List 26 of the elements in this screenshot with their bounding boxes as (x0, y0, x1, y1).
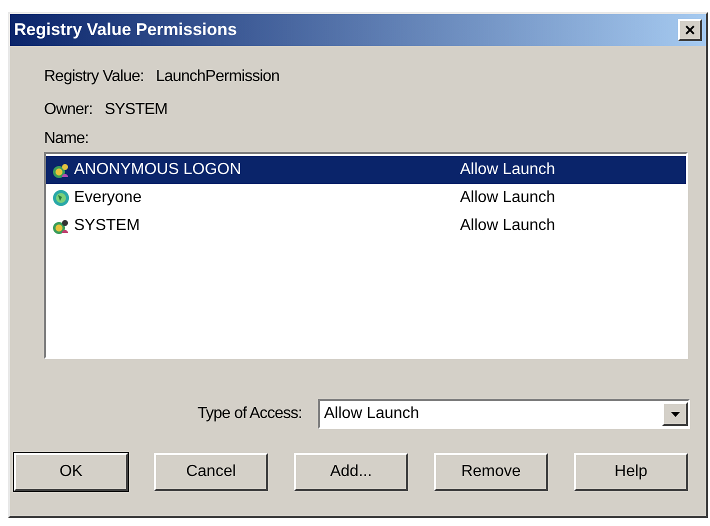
access-dropdown[interactable]: Allow Launch (318, 399, 690, 429)
access-value: Allow Launch (460, 217, 556, 235)
field-label: Owner: (44, 100, 93, 118)
access-value: Allow Launch (460, 161, 556, 179)
list-row[interactable]: Everyone Allow Launch (46, 184, 686, 212)
list-row[interactable]: ANONYMOUS LOGON Allow Launch (46, 156, 686, 184)
dialog-button[interactable]: Help (574, 453, 688, 491)
account-name: Everyone (74, 189, 143, 207)
close-button[interactable]: × (678, 19, 702, 41)
access-value: Allow Launch (460, 189, 556, 207)
list-row[interactable]: SYSTEM Allow Launch (46, 212, 686, 240)
dialog-button[interactable]: OK (14, 453, 128, 491)
dialog-button[interactable]: Cancel (154, 453, 268, 491)
field-value: SYSTEM (104, 100, 168, 118)
access-label: Type of Access: (197, 405, 302, 423)
field-value: LaunchPermission (156, 68, 280, 86)
user-group-icon (52, 217, 70, 235)
account-name: ANONYMOUS LOGON (74, 161, 242, 179)
dialog-button[interactable]: Add... (294, 453, 408, 491)
user-group-icon (52, 161, 70, 179)
window-title: Registry Value Permissions (14, 20, 237, 40)
account-name: SYSTEM (74, 217, 141, 235)
field-label: Registry Value: (44, 68, 144, 86)
list-label: Name: (44, 129, 90, 149)
dialog-button[interactable]: Remove (434, 453, 548, 491)
user-group-icon (52, 189, 70, 207)
